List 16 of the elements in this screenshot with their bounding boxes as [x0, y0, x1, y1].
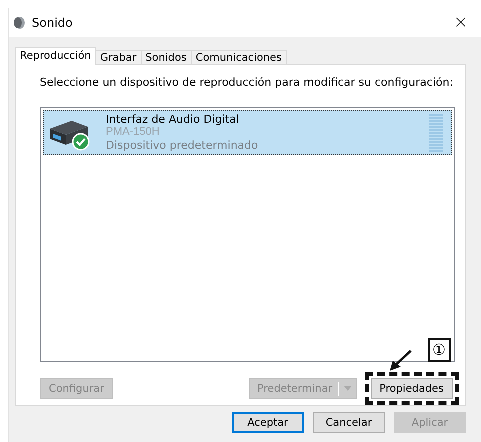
instruction-text: Seleccione un dispositivo de reproducción para modificar su configuración:: [40, 76, 454, 89]
tab[interactable]: Reproducción: [15, 47, 96, 65]
device-name: Interfaz de Audio Digital: [106, 113, 240, 126]
window-title: Sonido: [32, 16, 73, 30]
dialog-button[interactable]: Cancelar: [313, 412, 385, 433]
speaker-icon: [12, 16, 26, 30]
callout-label: ①: [428, 338, 451, 362]
device-model: PMA-150H: [106, 126, 161, 139]
close-button[interactable]: ×: [441, 8, 481, 37]
caret-icon: [344, 386, 352, 391]
device-status: Dispositivo predeterminado: [106, 139, 258, 152]
volume-meter-icon: [429, 114, 443, 152]
properties-button[interactable]: Propiedades: [370, 378, 453, 399]
tab[interactable]: Comunicaciones: [190, 50, 287, 65]
dialog-button[interactable]: Aceptar: [232, 412, 304, 433]
device-item[interactable]: Interfaz de Audio Digital PMA-150H Dispositivo predeterminado: [43, 110, 452, 155]
